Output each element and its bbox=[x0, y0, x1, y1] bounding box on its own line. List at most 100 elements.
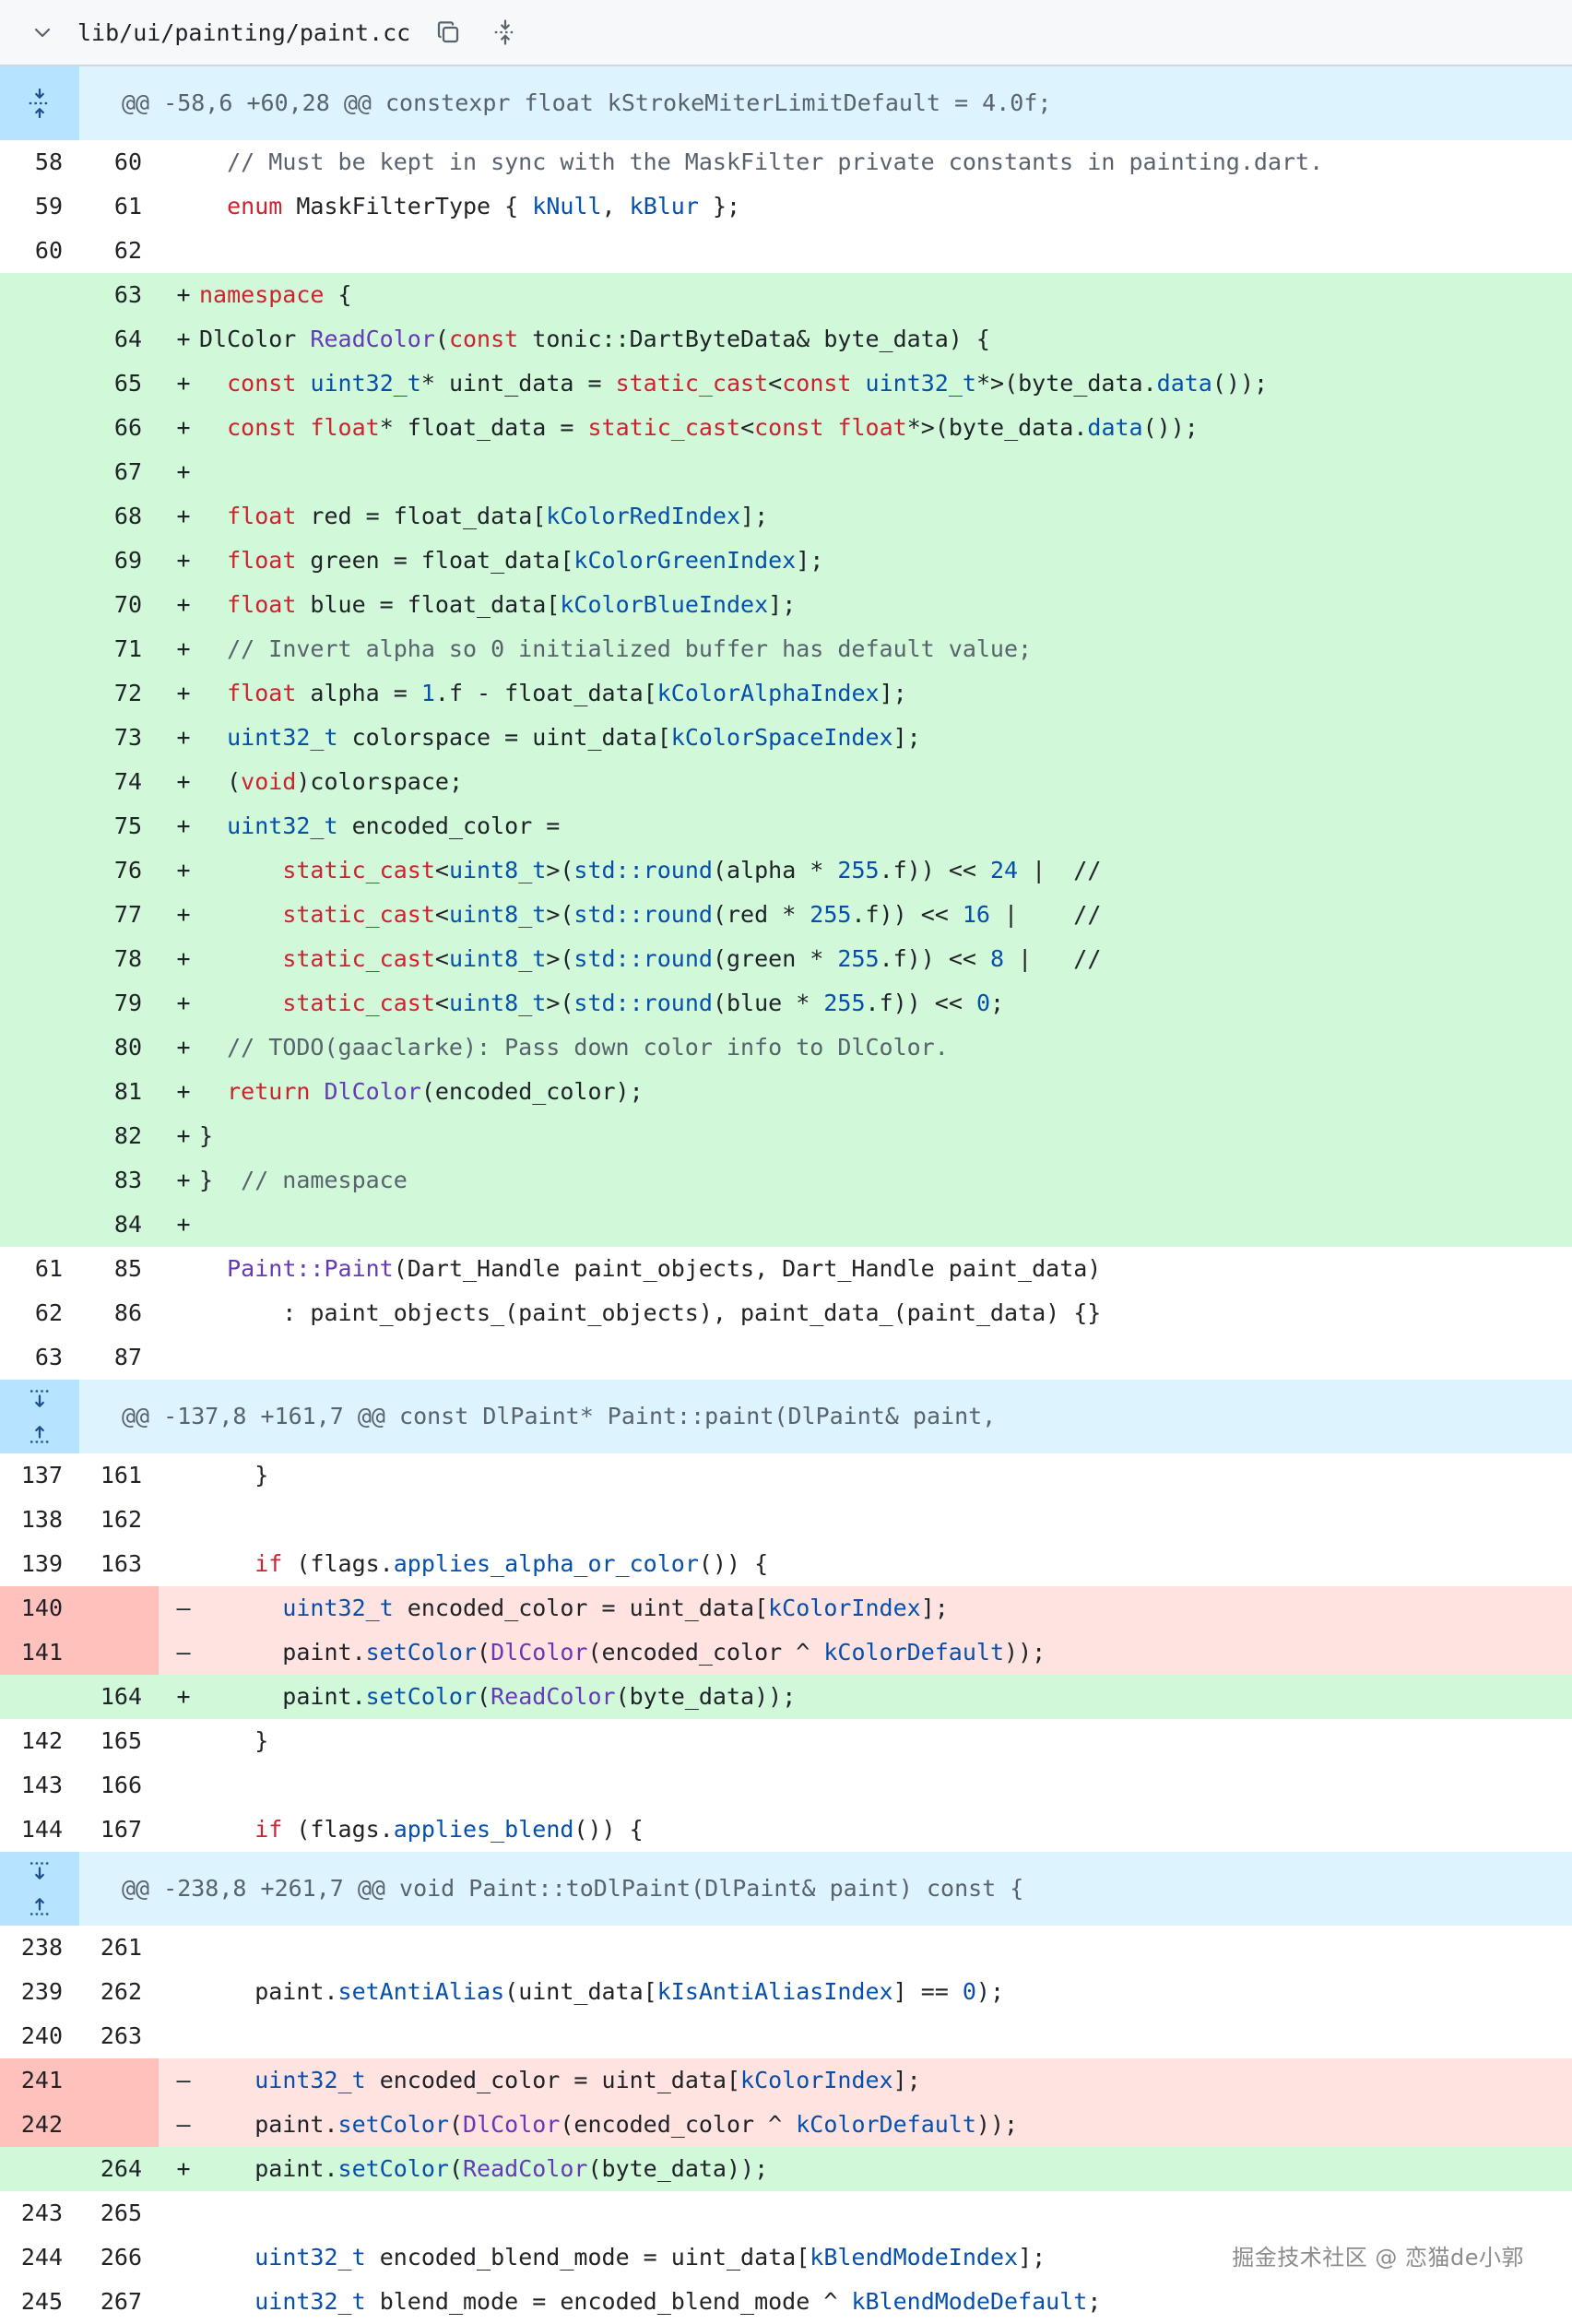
new-line-number[interactable]: 162 bbox=[79, 1498, 159, 1542]
new-line-number[interactable]: 165 bbox=[79, 1719, 159, 1763]
new-line-number[interactable]: 73 bbox=[79, 716, 159, 760]
old-line-number[interactable]: 141 bbox=[0, 1630, 79, 1675]
old-line-number[interactable] bbox=[0, 583, 79, 627]
new-line-number[interactable]: 67 bbox=[79, 450, 159, 494]
new-line-number[interactable]: 161 bbox=[79, 1453, 159, 1498]
new-line-number[interactable]: 65 bbox=[79, 362, 159, 406]
new-line-number[interactable]: 83 bbox=[79, 1158, 159, 1203]
old-line-number[interactable]: 62 bbox=[0, 1291, 79, 1335]
old-line-number[interactable] bbox=[0, 1070, 79, 1114]
new-line-number[interactable]: 167 bbox=[79, 1808, 159, 1852]
new-line-number[interactable]: 263 bbox=[79, 2014, 159, 2058]
old-line-number[interactable]: 238 bbox=[0, 1926, 79, 1970]
new-line-number[interactable]: 61 bbox=[79, 184, 159, 229]
new-line-number[interactable]: 86 bbox=[79, 1291, 159, 1335]
old-line-number[interactable] bbox=[0, 981, 79, 1026]
new-line-number[interactable]: 166 bbox=[79, 1763, 159, 1808]
old-line-number[interactable] bbox=[0, 362, 79, 406]
old-line-number[interactable] bbox=[0, 804, 79, 848]
old-line-number[interactable]: 144 bbox=[0, 1808, 79, 1852]
new-line-number[interactable]: 68 bbox=[79, 494, 159, 539]
old-line-number[interactable]: 239 bbox=[0, 1970, 79, 2014]
old-line-number[interactable] bbox=[0, 406, 79, 450]
old-line-number[interactable] bbox=[0, 273, 79, 317]
old-line-number[interactable] bbox=[0, 2147, 79, 2191]
new-line-number[interactable]: 75 bbox=[79, 804, 159, 848]
old-line-number[interactable]: 241 bbox=[0, 2058, 79, 2103]
new-line-number[interactable] bbox=[79, 1630, 159, 1675]
old-line-number[interactable]: 143 bbox=[0, 1763, 79, 1808]
new-line-number[interactable]: 79 bbox=[79, 981, 159, 1026]
old-line-number[interactable] bbox=[0, 539, 79, 583]
new-line-number[interactable]: 71 bbox=[79, 627, 159, 671]
old-line-number[interactable] bbox=[0, 848, 79, 893]
new-line-number[interactable] bbox=[79, 2058, 159, 2103]
old-line-number[interactable] bbox=[0, 671, 79, 716]
old-line-number[interactable]: 242 bbox=[0, 2103, 79, 2147]
new-line-number[interactable]: 164 bbox=[79, 1675, 159, 1719]
new-line-number[interactable]: 60 bbox=[79, 140, 159, 184]
old-line-number[interactable] bbox=[0, 760, 79, 804]
new-line-number[interactable]: 163 bbox=[79, 1542, 159, 1586]
new-line-number[interactable]: 72 bbox=[79, 671, 159, 716]
old-line-number[interactable]: 244 bbox=[0, 2235, 79, 2280]
new-line-number[interactable]: 63 bbox=[79, 273, 159, 317]
old-line-number[interactable] bbox=[0, 1675, 79, 1719]
old-line-number[interactable] bbox=[0, 1114, 79, 1158]
new-line-number[interactable]: 82 bbox=[79, 1114, 159, 1158]
new-line-number[interactable]: 265 bbox=[79, 2191, 159, 2235]
old-line-number[interactable] bbox=[0, 627, 79, 671]
old-line-number[interactable] bbox=[0, 494, 79, 539]
new-line-number[interactable]: 64 bbox=[79, 317, 159, 362]
old-line-number[interactable] bbox=[0, 450, 79, 494]
old-line-number[interactable]: 245 bbox=[0, 2280, 79, 2324]
old-line-number[interactable]: 243 bbox=[0, 2191, 79, 2235]
old-line-number[interactable]: 60 bbox=[0, 229, 79, 273]
old-line-number[interactable]: 140 bbox=[0, 1586, 79, 1630]
old-line-number[interactable]: 61 bbox=[0, 1247, 79, 1291]
old-line-number[interactable]: 139 bbox=[0, 1542, 79, 1586]
old-line-number[interactable] bbox=[0, 1203, 79, 1247]
new-line-number[interactable] bbox=[79, 2103, 159, 2147]
new-line-number[interactable]: 261 bbox=[79, 1926, 159, 1970]
old-line-number[interactable]: 59 bbox=[0, 184, 79, 229]
new-line-number[interactable]: 76 bbox=[79, 848, 159, 893]
expand-vertical-icon[interactable] bbox=[490, 17, 521, 48]
new-line-number[interactable]: 267 bbox=[79, 2280, 159, 2324]
old-line-number[interactable]: 63 bbox=[0, 1335, 79, 1380]
old-line-number[interactable] bbox=[0, 716, 79, 760]
old-line-number[interactable]: 58 bbox=[0, 140, 79, 184]
old-line-number[interactable] bbox=[0, 893, 79, 937]
new-line-number[interactable]: 266 bbox=[79, 2235, 159, 2280]
new-line-number[interactable] bbox=[79, 1586, 159, 1630]
new-line-number[interactable]: 81 bbox=[79, 1070, 159, 1114]
new-line-number[interactable]: 262 bbox=[79, 1970, 159, 2014]
old-line-number[interactable] bbox=[0, 1158, 79, 1203]
new-line-number[interactable]: 78 bbox=[79, 937, 159, 981]
file-path[interactable]: lib/ui/painting/paint.cc bbox=[77, 19, 410, 46]
expand-up-icon[interactable] bbox=[0, 66, 79, 140]
new-line-number[interactable]: 85 bbox=[79, 1247, 159, 1291]
new-line-number[interactable]: 80 bbox=[79, 1026, 159, 1070]
new-line-number[interactable]: 62 bbox=[79, 229, 159, 273]
old-line-number[interactable]: 240 bbox=[0, 2014, 79, 2058]
new-line-number[interactable]: 66 bbox=[79, 406, 159, 450]
new-line-number[interactable]: 69 bbox=[79, 539, 159, 583]
expand-both-icon[interactable] bbox=[0, 1380, 79, 1453]
new-line-number[interactable]: 77 bbox=[79, 893, 159, 937]
chevron-down-icon[interactable] bbox=[28, 18, 57, 47]
new-line-number[interactable]: 87 bbox=[79, 1335, 159, 1380]
copy-icon[interactable] bbox=[432, 17, 464, 48]
old-line-number[interactable]: 142 bbox=[0, 1719, 79, 1763]
old-line-number[interactable] bbox=[0, 1026, 79, 1070]
old-line-number[interactable]: 137 bbox=[0, 1453, 79, 1498]
old-line-number[interactable]: 138 bbox=[0, 1498, 79, 1542]
old-line-number[interactable] bbox=[0, 937, 79, 981]
new-line-number[interactable]: 264 bbox=[79, 2147, 159, 2191]
expand-both-icon[interactable] bbox=[0, 1852, 79, 1926]
new-line-number[interactable]: 70 bbox=[79, 583, 159, 627]
new-line-number[interactable]: 74 bbox=[79, 760, 159, 804]
code-token: applies_alpha_or_color bbox=[393, 1550, 699, 1577]
old-line-number[interactable] bbox=[0, 317, 79, 362]
new-line-number[interactable]: 84 bbox=[79, 1203, 159, 1247]
